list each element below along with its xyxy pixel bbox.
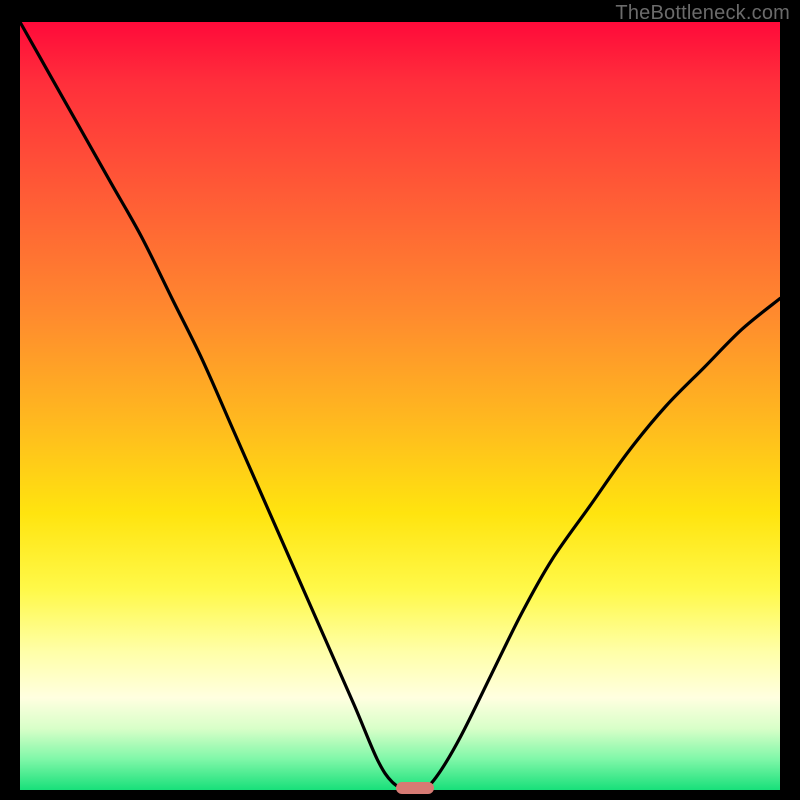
curve-path [20, 22, 780, 792]
optimum-marker [396, 782, 434, 794]
watermark-text: TheBottleneck.com [615, 2, 790, 25]
chart-frame [12, 22, 788, 798]
bottleneck-curve [20, 22, 780, 790]
gradient-plot-area [20, 22, 780, 790]
